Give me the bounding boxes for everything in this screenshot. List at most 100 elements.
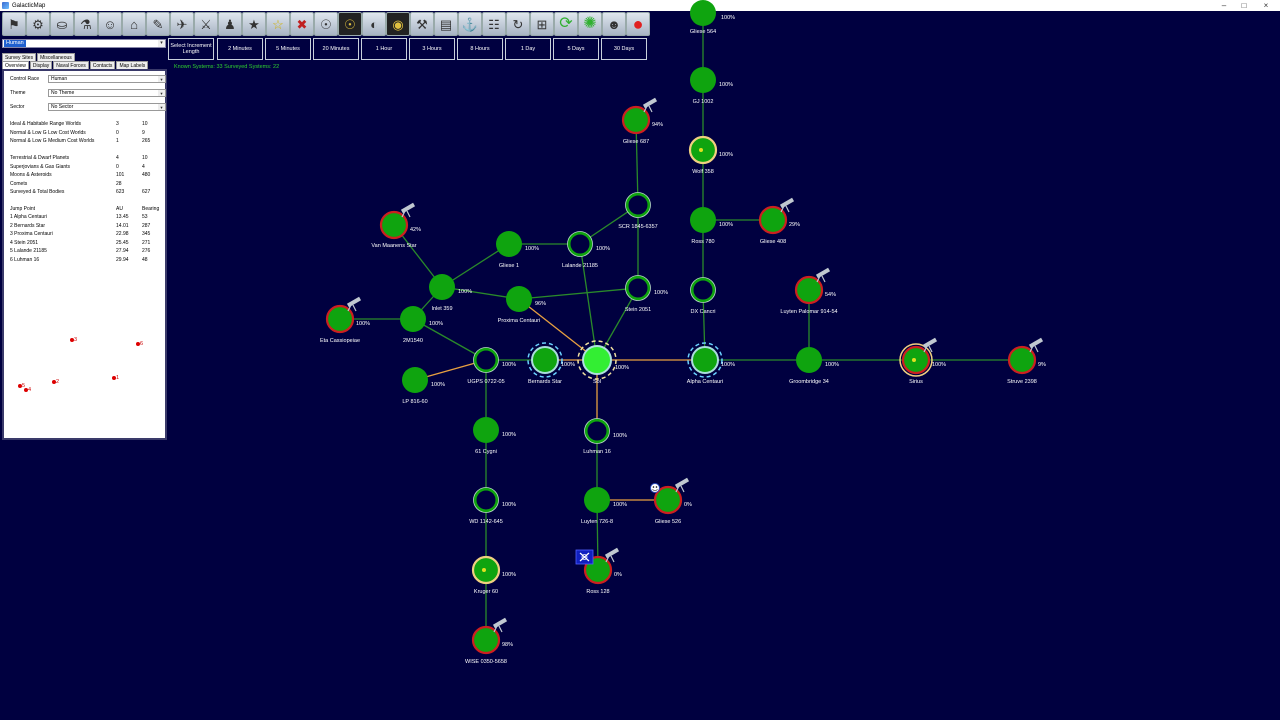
galactic-map[interactable]: Gliese 564 100% GJ 1002 100% Gliese 687 94% Wo… — [0, 0, 1280, 720]
star-system-ross-780[interactable]: Ross 780 100% — [690, 207, 733, 245]
star-system-gliese-564[interactable]: Gliese 564 100% — [690, 0, 735, 35]
system-circle — [402, 367, 428, 393]
survey-telescope-icon — [642, 97, 658, 113]
system-circle — [691, 346, 719, 374]
star-system-kruger-60[interactable]: Kruger 60 100% — [471, 555, 516, 595]
survey-percent: 0% — [614, 572, 622, 578]
survey-percent: 100% — [654, 290, 668, 296]
system-name: Bernards Star — [528, 379, 562, 385]
system-name: Luyten 726-8 — [581, 519, 613, 525]
star-system-stein-2051[interactable]: Stein 2051 100% — [625, 275, 668, 314]
star-system-lalande-21185[interactable]: Lalande 21185 100% — [562, 231, 610, 270]
system-name: Gliese 1 — [499, 263, 519, 269]
system-name: GJ 1002 — [693, 99, 714, 105]
survey-percent: 100% — [561, 362, 575, 368]
system-name: Lalande 21185 — [562, 263, 598, 269]
survey-telescope-icon — [779, 197, 795, 213]
system-name: Eta Cassiopeiae — [320, 338, 360, 344]
system-name: Wolf 358 — [692, 169, 714, 175]
system-name: Alpha Centauri — [687, 379, 723, 385]
survey-percent: 98% — [502, 642, 513, 648]
survey-percent: 100% — [719, 82, 733, 88]
star-system-alpha-centauri[interactable]: Alpha Centauri 100% — [687, 342, 735, 385]
survey-percent: 100% — [356, 321, 370, 327]
system-name: Van Maanens Star — [371, 243, 416, 249]
star-system-groombridge-34[interactable]: Groombridge 34 100% — [789, 347, 839, 385]
system-circle — [582, 345, 612, 375]
survey-percent: 54% — [825, 292, 836, 298]
survey-telescope-icon — [346, 296, 362, 312]
star-system-gliese-1[interactable]: Gliese 1 100% — [496, 231, 539, 269]
system-circle — [531, 346, 559, 374]
system-name: Gliese 526 — [655, 519, 681, 525]
system-name: Ross 128 — [586, 589, 609, 595]
system-circle — [473, 347, 499, 373]
system-circle — [473, 487, 499, 513]
star-system-scr-1845-6357[interactable]: SCR 1845-6357 — [618, 192, 658, 231]
survey-percent: 100% — [613, 433, 627, 439]
jump-link — [518, 287, 639, 300]
star-system-luyten-726-8[interactable]: Luyten 726-8 100% — [581, 487, 627, 525]
system-circle — [690, 0, 716, 26]
system-name: Sol — [593, 379, 601, 385]
star-system-gliese-687[interactable]: Gliese 687 94% — [621, 97, 663, 145]
star-systems: Gliese 564 100% GJ 1002 100% Gliese 687 94% Wo… — [320, 0, 1046, 665]
system-name: Ross 780 — [691, 239, 714, 245]
star-system-van-maanens-star[interactable]: Van Maanens Star 42% — [371, 202, 421, 249]
system-name: Gliese 564 — [690, 29, 716, 35]
survey-percent: 100% — [719, 152, 733, 158]
survey-percent: 100% — [719, 222, 733, 228]
system-circle — [625, 275, 651, 301]
star-system-inlet-359[interactable]: Inlet 359 100% — [429, 274, 472, 312]
system-name: UGPS 0722-05 — [467, 379, 504, 385]
star-system-sol[interactable]: Sol 100% — [577, 340, 629, 385]
survey-percent: 96% — [535, 301, 546, 307]
survey-telescope-icon — [604, 547, 620, 563]
star-system-wise-0350-5658[interactable]: WISE 0350-5658 98% — [465, 617, 513, 665]
population-dot — [699, 148, 703, 152]
survey-telescope-icon — [1028, 337, 1044, 353]
system-name: Gliese 687 — [623, 139, 649, 145]
survey-percent: 100% — [431, 382, 445, 388]
survey-percent: 100% — [721, 15, 735, 21]
population-dot — [482, 568, 486, 572]
star-system-sirius[interactable]: Sirius 100% — [899, 337, 946, 385]
survey-percent: 0% — [684, 502, 692, 508]
star-system-61-cygni[interactable]: 61 Cygni 100% — [473, 417, 516, 455]
system-circle — [473, 417, 499, 443]
system-name: 61 Cygni — [475, 449, 497, 455]
system-circle — [567, 231, 593, 257]
system-name: Proxima Centauri — [498, 318, 541, 324]
system-name: Luyten Palomar 914-54 — [780, 309, 837, 315]
system-name: Stein 2051 — [625, 307, 651, 313]
star-system-bernards-star[interactable]: Bernards Star 100% — [527, 342, 575, 385]
star-system-wolf-358[interactable]: Wolf 358 100% — [688, 135, 733, 175]
survey-percent: 100% — [596, 246, 610, 252]
system-circle — [506, 286, 532, 312]
survey-percent: 100% — [613, 502, 627, 508]
system-name: Inlet 359 — [431, 306, 452, 312]
star-system-struve-2398[interactable]: Struve 2398 9% — [1007, 337, 1046, 385]
survey-percent: 100% — [825, 362, 839, 368]
star-system-dx-cancri[interactable]: DX Cancri — [690, 277, 716, 316]
star-system-gj-1002[interactable]: GJ 1002 100% — [690, 67, 733, 105]
survey-percent: 100% — [502, 572, 516, 578]
system-circle — [496, 231, 522, 257]
system-name: SCR 1845-6357 — [618, 224, 657, 230]
system-circle — [796, 347, 822, 373]
star-system-gliese-408[interactable]: Gliese 408 29% — [758, 197, 800, 245]
alien-contact-icon[interactable] — [650, 483, 660, 493]
survey-telescope-icon — [815, 267, 831, 283]
star-system-eta-cassiopeiae[interactable]: Eta Cassiopeiae 100% — [320, 296, 370, 344]
survey-percent: 29% — [789, 222, 800, 228]
population-dot — [912, 358, 916, 362]
star-system-luhman-16[interactable]: Luhman 16 100% — [583, 418, 627, 456]
system-name: Gliese 408 — [760, 239, 786, 245]
star-system-proxima-centauri[interactable]: Proxima Centauri 96% — [498, 286, 546, 324]
fleet-flag-icon[interactable] — [575, 549, 594, 565]
survey-percent: 42% — [410, 227, 421, 233]
star-system-wd-1142-645[interactable]: WD 1142-645 100% — [469, 487, 516, 526]
star-system-gliese-526[interactable]: Gliese 526 0% — [653, 477, 692, 525]
system-name: Groombridge 34 — [789, 379, 829, 385]
survey-telescope-icon — [674, 477, 690, 493]
